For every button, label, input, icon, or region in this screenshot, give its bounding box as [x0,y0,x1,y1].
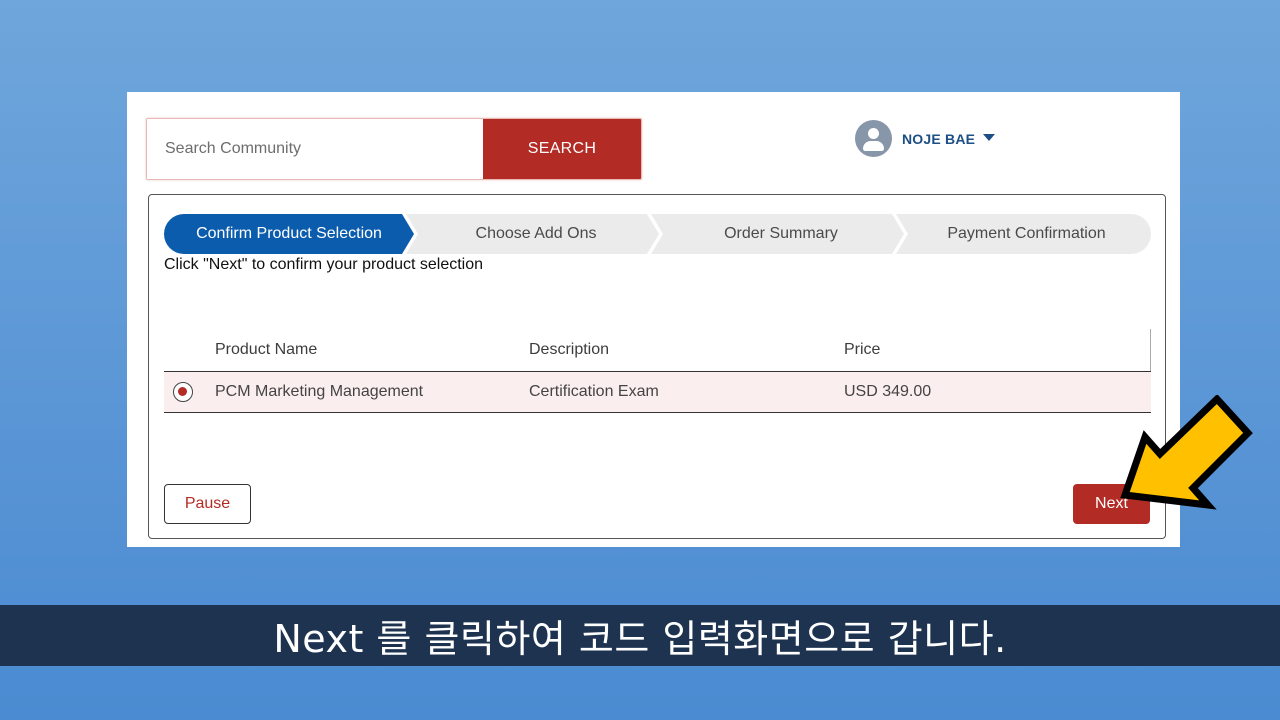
product-select-radio[interactable] [173,382,193,402]
search-button[interactable]: SEARCH [483,119,641,179]
caption-bar: Next 를 클릭하여 코드 입력화면으로 갑니다. [0,605,1280,666]
user-avatar-icon [855,120,892,157]
step-payment-confirmation[interactable]: Payment Confirmation [902,214,1151,254]
progress-stepper: Confirm Product Selection Choose Add Ons… [164,214,1151,254]
step-order-summary[interactable]: Order Summary [657,214,905,254]
instruction-text: Click "Next" to confirm your product sel… [164,256,484,273]
user-name: NOJE BAE [902,130,976,147]
search-input[interactable] [147,119,483,179]
pointer-arrow-icon [1120,395,1253,510]
community-checkout-panel: SEARCH NOJE BAE Confirm Product Selectio… [127,92,1180,547]
table-header: Product Name Description Price [164,329,1151,371]
step-choose-add-ons[interactable]: Choose Add Ons [412,214,660,254]
table-row[interactable]: PCM Marketing Management Certification E… [164,371,1151,413]
cell-description: Certification Exam [529,383,659,400]
caption-text: Next 를 클릭하여 코드 입력화면으로 갑니다. [273,617,1007,661]
radio-selected-dot [178,387,187,396]
cell-product-name: PCM Marketing Management [215,383,424,400]
pause-button[interactable]: Pause [164,484,251,524]
column-header-price: Price [844,341,881,358]
column-header-product-name: Product Name [215,341,318,358]
checkout-card: Confirm Product Selection Choose Add Ons… [148,194,1166,539]
cell-price: USD 349.00 [844,383,932,400]
product-table: Product Name Description Price PCM Marke… [164,329,1151,413]
column-header-description: Description [529,341,610,358]
step-confirm-product-selection[interactable]: Confirm Product Selection [164,214,414,254]
caret-down-icon[interactable] [983,134,996,141]
user-menu[interactable]: NOJE BAE [855,120,996,157]
search-bar: SEARCH [146,118,642,180]
